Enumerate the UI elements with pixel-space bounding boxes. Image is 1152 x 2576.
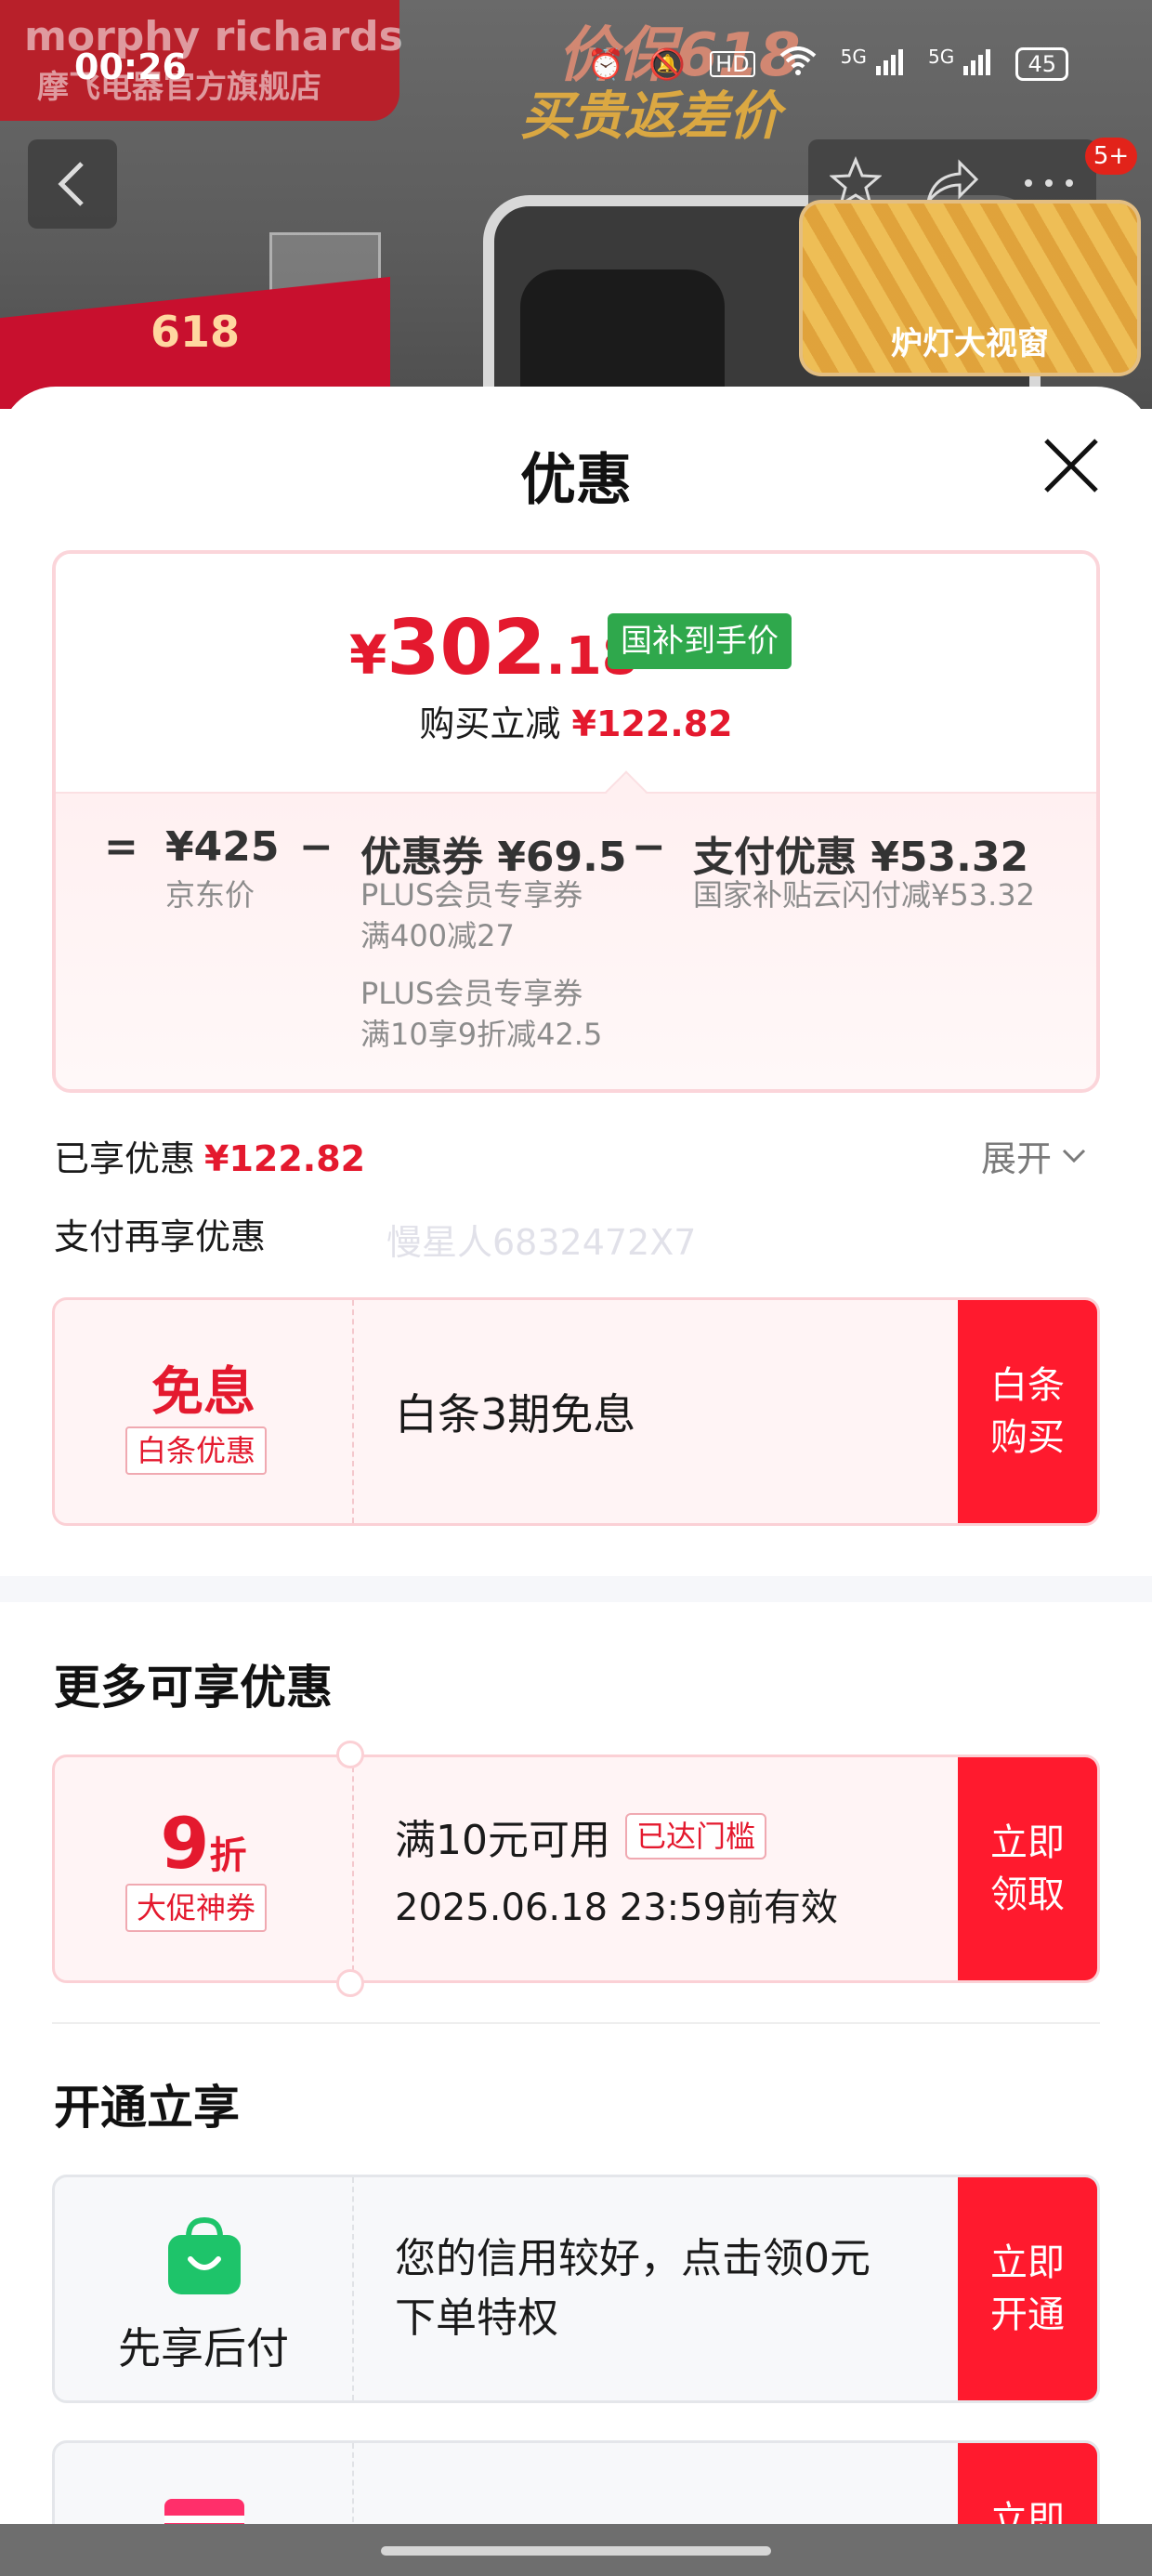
claim-line-2: 领取: [990, 1873, 1065, 1916]
signal-5g-icon: 5G: [928, 47, 991, 80]
enjoyed-value: ¥122.82: [204, 1138, 366, 1179]
coupon-line-3: PLUS会员专享券: [360, 976, 583, 1011]
618-badge-text: 618: [151, 307, 241, 357]
section-gap: [0, 1576, 1152, 1602]
coupon-tag: 大促神券: [125, 1884, 268, 1932]
paylater-label: 先享后付: [118, 2323, 289, 2373]
claim-line-1: 立即: [990, 1821, 1065, 1864]
status-time: 00:26: [74, 46, 187, 87]
minus-sign: −: [632, 823, 666, 871]
price-integer: 302: [386, 604, 546, 692]
discount-unit: 折: [209, 1834, 247, 1877]
navigation-bar: [0, 2524, 1152, 2576]
enjoyed-label: 已享优惠: [54, 1138, 196, 1179]
baitiao-buy-line-1: 白条: [990, 1364, 1065, 1407]
baitiao-offer-main: 白条3期免息: [395, 1300, 949, 1523]
shopping-bag-icon: [168, 2216, 241, 2294]
chevron-left-icon: [58, 162, 84, 206]
back-button[interactable]: [28, 139, 117, 229]
coupon-line-4: 满10享9折减42.5: [360, 1017, 603, 1052]
activate-line-2: 开通: [990, 2293, 1065, 2336]
hd-icon: HD: [710, 50, 755, 77]
coupon-card: 9折 大促神券 满10元可用 已达门槛 2025.06.18 23:59前有效 …: [52, 1755, 1100, 1983]
ticket-notch-top: [336, 1741, 364, 1768]
currency-symbol: ¥: [349, 624, 387, 687]
more-icon[interactable]: [1023, 176, 1075, 193]
coupon-line-1: PLUS会员专享券: [360, 877, 583, 913]
battery-indicator: 45: [1015, 46, 1068, 81]
discount-value: 9折: [55, 1802, 352, 1885]
message-badge: 5+: [1085, 138, 1137, 175]
signal-5g-label: 5G: [840, 46, 867, 68]
activate-button[interactable]: 立即 开通: [958, 2177, 1097, 2400]
baitiao-tag: 白条优惠: [125, 1426, 268, 1475]
pay-more-title: 支付再享优惠: [54, 1216, 267, 1257]
threshold-reached-tag: 已达门槛: [625, 1813, 767, 1860]
final-price: ¥302.18: [349, 604, 638, 692]
chevron-down-icon: [1062, 1149, 1086, 1163]
baitiao-offer-left: 免息 白条优惠: [55, 1300, 354, 1523]
wifi-icon: [779, 46, 817, 81]
section-divider: [52, 2022, 1100, 2024]
signal-5g-label: 5G: [928, 46, 955, 68]
interest-free-label: 免息: [151, 1362, 255, 1423]
video-thumbnail[interactable]: 炉灯大视窗: [799, 200, 1141, 376]
jd-price-value: ¥425: [165, 823, 280, 871]
alarm-icon: ⏰: [587, 46, 625, 82]
payment-discount-detail: 国家补贴云闪付减¥53.32: [693, 877, 1035, 913]
minus-sign: −: [299, 823, 334, 871]
baitiao-buy-button[interactable]: 白条 购买: [958, 1300, 1097, 1523]
more-offers-title: 更多可享优惠: [54, 1661, 333, 1715]
reduction-value: ¥122.82: [571, 703, 733, 744]
paylater-text-line-2: 下单特权: [395, 2294, 558, 2342]
enjoyed-discount: 已享优惠 ¥122.82: [54, 1130, 365, 1181]
expand-label: 展开: [981, 1138, 1053, 1179]
sheet-title: 优惠: [520, 448, 632, 513]
close-icon: [1044, 439, 1098, 493]
gov-subsidy-tag: 国补到手价: [608, 613, 792, 669]
close-button[interactable]: [1041, 435, 1102, 496]
promo-subtitle: 买贵返差价: [520, 86, 780, 147]
status-icons: ⏰ 🔕 HD 5G 5G 45: [587, 46, 1068, 81]
activate-line-1: 立即: [990, 2241, 1065, 2284]
product-backdrop: morphy richards 摩飞电器官方旗舰店 价保618 买贵返差价 61…: [0, 0, 1152, 409]
paylater-text-line-1: 您的信用较好，点击领0元: [395, 2235, 871, 2283]
coupon-line-2: 满400减27: [360, 918, 515, 953]
paylater-card: 先享后付 您的信用较好，点击领0元 下单特权 立即 开通: [52, 2175, 1100, 2403]
thumbnail-label: 炉灯大视窗: [891, 325, 1049, 362]
paylater-left: 先享后付: [55, 2177, 354, 2400]
paylater-main: 您的信用较好，点击领0元 下单特权: [395, 2177, 949, 2400]
mute-icon: 🔕: [648, 46, 687, 82]
coupon-left: 9折 大促神券: [55, 1757, 354, 1980]
home-indicator[interactable]: [381, 2546, 771, 2556]
reduction-label: 购买立减: [419, 703, 561, 744]
jd-price-label: 京东价: [165, 877, 255, 913]
baitiao-offer-card: 免息 白条优惠 白条3期免息 白条 购买: [52, 1297, 1100, 1526]
signal-5g-icon: 5G: [841, 47, 904, 80]
discount-number: 9: [160, 1802, 210, 1885]
coupon-condition: 满10元可用: [395, 1817, 610, 1864]
purchase-reduction: 购买立减 ¥122.82: [56, 695, 1096, 746]
coupon-valid-until: 2025.06.18 23:59前有效: [395, 1886, 839, 1929]
price-summary-card: ¥302.18 国补到手价 购买立减 ¥122.82 = ¥425 京东价 − …: [52, 550, 1100, 1093]
equals-sign: =: [104, 823, 138, 871]
claim-coupon-button[interactable]: 立即 领取: [958, 1757, 1097, 1980]
baitiao-offer-text: 白条3期免息: [395, 1389, 636, 1439]
watermark: 慢星人6832472X7: [386, 1222, 697, 1263]
baitiao-buy-line-2: 购买: [990, 1416, 1065, 1459]
ticket-notch-bottom: [336, 1969, 364, 1997]
coupon-total: 优惠券 ¥69.5: [360, 834, 627, 881]
open-enjoy-title: 开通立享: [54, 2081, 240, 2135]
payment-discount: 支付优惠 ¥53.32: [693, 834, 1029, 881]
expand-button[interactable]: 展开: [981, 1130, 1087, 1181]
coupon-main: 满10元可用 已达门槛 2025.06.18 23:59前有效: [395, 1757, 949, 1980]
coupon-condition-row: 满10元可用 已达门槛: [395, 1807, 949, 1866]
